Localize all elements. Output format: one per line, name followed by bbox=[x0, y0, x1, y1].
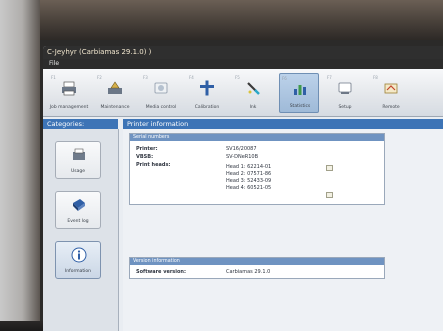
category-label: Usage bbox=[70, 169, 86, 174]
setup-icon bbox=[338, 82, 352, 94]
print-head-value: Head 4: 60521-05 bbox=[226, 185, 272, 191]
toolbar-button-maintenance[interactable]: F2 Maintenance bbox=[95, 73, 135, 113]
toolbar-button-remote[interactable]: F8 Remote bbox=[371, 73, 411, 113]
maintenance-icon bbox=[108, 80, 122, 94]
menu-file[interactable]: File bbox=[43, 59, 443, 69]
toolbar-button-job-management[interactable]: F1 Job management bbox=[49, 73, 89, 113]
printer-label: Printer: bbox=[136, 146, 158, 152]
toolbar-label: Job management bbox=[49, 104, 89, 110]
window-title: C-Jeyhyr (Carbiamas 29.1.0) ) bbox=[43, 46, 443, 59]
toolbar-button-media-control[interactable]: F3 Media control bbox=[141, 73, 181, 113]
media-icon bbox=[154, 82, 168, 93]
function-key: F2 bbox=[97, 74, 102, 80]
usage-icon bbox=[73, 148, 85, 160]
printer-value: SV16/20087 bbox=[226, 146, 257, 152]
toolbar-label: Remote bbox=[382, 104, 400, 110]
software-version-value: Carbiamas 29.1.0 bbox=[226, 269, 271, 275]
function-key: F8 bbox=[373, 74, 378, 80]
version-information-group: Version information Software version: Ca… bbox=[129, 257, 385, 279]
print-head-value: Head 3: 52433-09 bbox=[226, 178, 272, 184]
toolbar-label: Media control bbox=[145, 104, 177, 110]
toolbar-button-setup[interactable]: F7 Setup bbox=[325, 73, 365, 113]
vbsb-label: VBSB: bbox=[136, 154, 154, 160]
function-key: F3 bbox=[143, 74, 148, 80]
printer-information-header: Printer information bbox=[123, 119, 443, 129]
toolbar-label: Statistics bbox=[289, 103, 311, 109]
toolbar-label: Ink bbox=[249, 104, 257, 110]
print-head-value: Head 2: 07571-86 bbox=[226, 171, 272, 177]
toolbar-label: Calibration bbox=[194, 104, 220, 110]
background-wall bbox=[0, 0, 443, 40]
scroll-up-button[interactable] bbox=[326, 165, 333, 171]
toolbar-button-ink[interactable]: F5 Ink bbox=[233, 73, 273, 113]
toolbar-label: Setup bbox=[338, 104, 352, 110]
remote-icon bbox=[384, 83, 398, 93]
function-key: F7 bbox=[327, 74, 332, 80]
scroll-down-button[interactable] bbox=[326, 192, 333, 198]
printer-information-panel: Serial numbers Printer: SV16/20087 VBSB:… bbox=[123, 129, 443, 331]
function-key: F6 bbox=[282, 75, 287, 81]
function-key: F1 bbox=[51, 74, 56, 80]
printer-icon bbox=[62, 81, 76, 95]
function-key: F4 bbox=[189, 74, 194, 80]
toolbar-button-calibration[interactable]: F4 Calibration bbox=[187, 73, 227, 113]
vbsb-value: SV-DNeR10B bbox=[226, 154, 259, 160]
category-label: Event log bbox=[67, 219, 89, 224]
application-window: C-Jeyhyr (Carbiamas 29.1.0) ) File F1 Jo… bbox=[43, 46, 443, 331]
categories-pane: Usage Event log Information bbox=[43, 129, 119, 331]
main-toolbar: F1 Job management F2 Maintenance F3 Medi… bbox=[43, 69, 443, 117]
print-head-value: Head 1: 62214-01 bbox=[226, 164, 272, 170]
serial-numbers-title: Serial numbers bbox=[130, 134, 384, 141]
category-usage-button[interactable]: Usage bbox=[55, 141, 101, 179]
category-label: Information bbox=[64, 269, 92, 274]
monitor-bezel bbox=[0, 0, 40, 331]
version-information-title: Version information bbox=[130, 258, 384, 265]
event-log-icon bbox=[73, 199, 85, 211]
category-information-button[interactable]: Information bbox=[55, 241, 101, 279]
calibration-icon bbox=[200, 80, 214, 95]
software-version-label: Software version: bbox=[136, 269, 186, 275]
print-heads-label: Print heads: bbox=[136, 162, 171, 168]
information-icon bbox=[71, 247, 87, 263]
statistics-icon bbox=[294, 84, 306, 95]
categories-header: Categories: bbox=[43, 119, 118, 129]
ink-icon bbox=[247, 81, 260, 95]
serial-numbers-group: Serial numbers Printer: SV16/20087 VBSB:… bbox=[129, 133, 385, 205]
category-event-log-button[interactable]: Event log bbox=[55, 191, 101, 229]
toolbar-button-statistics[interactable]: F6 Statistics bbox=[279, 72, 319, 113]
toolbar-label: Maintenance bbox=[100, 104, 130, 110]
function-key: F5 bbox=[235, 74, 240, 80]
